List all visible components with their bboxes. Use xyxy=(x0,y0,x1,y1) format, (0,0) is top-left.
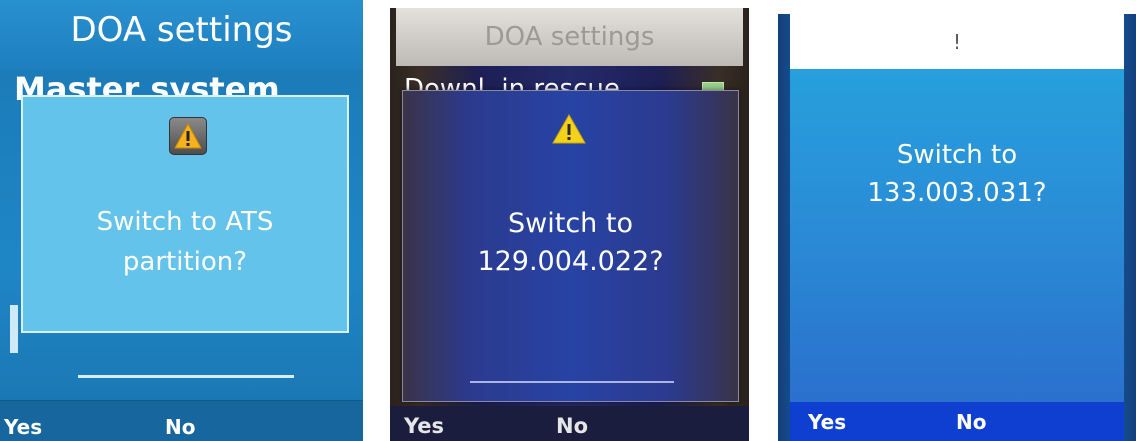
warning-icon xyxy=(551,113,587,149)
softkey-bar: Yes No xyxy=(0,400,363,441)
divider xyxy=(78,375,294,378)
screen-title: ! xyxy=(952,30,962,54)
phone-screen-1: DOA settings Master system Switch to ATS… xyxy=(0,0,363,441)
softkey-bar: Yes No xyxy=(790,402,1124,441)
confirm-dialog: Switch to ATS partition? xyxy=(21,95,349,333)
message-line: Switch to xyxy=(508,208,633,239)
no-softkey[interactable]: No xyxy=(556,414,588,438)
message-line: Switch to ATS xyxy=(96,207,274,237)
warning-icon xyxy=(169,117,207,155)
yes-softkey[interactable]: Yes xyxy=(404,414,444,438)
message-line: 133.003.031? xyxy=(867,178,1047,208)
message-line: Switch to xyxy=(896,140,1018,170)
scroll-strip xyxy=(10,305,18,353)
phone-screen-3: ! Switch to 133.003.031? Yes No xyxy=(778,14,1136,441)
phone-screen-2: DOA settings Downl. in rescue Switch to … xyxy=(390,8,749,441)
dialog-message: Switch to 129.004.022? xyxy=(403,205,738,281)
message-line: partition? xyxy=(122,247,248,277)
dialog-body xyxy=(790,69,1124,409)
divider xyxy=(470,381,674,383)
yes-softkey[interactable]: Yes xyxy=(808,410,846,434)
dialog-message: Switch to ATS partition? xyxy=(23,202,347,282)
screen-title: DOA settings xyxy=(70,10,293,50)
no-softkey[interactable]: No xyxy=(956,410,986,434)
yes-softkey[interactable]: Yes xyxy=(4,415,42,439)
no-softkey[interactable]: No xyxy=(165,415,195,439)
dialog-message: Switch to 133.003.031? xyxy=(790,136,1124,212)
message-line: 129.004.022? xyxy=(477,246,664,277)
confirm-dialog: Switch to 129.004.022? xyxy=(402,90,739,402)
softkey-bar: Yes No xyxy=(390,406,749,441)
screen-title: DOA settings xyxy=(484,22,655,52)
